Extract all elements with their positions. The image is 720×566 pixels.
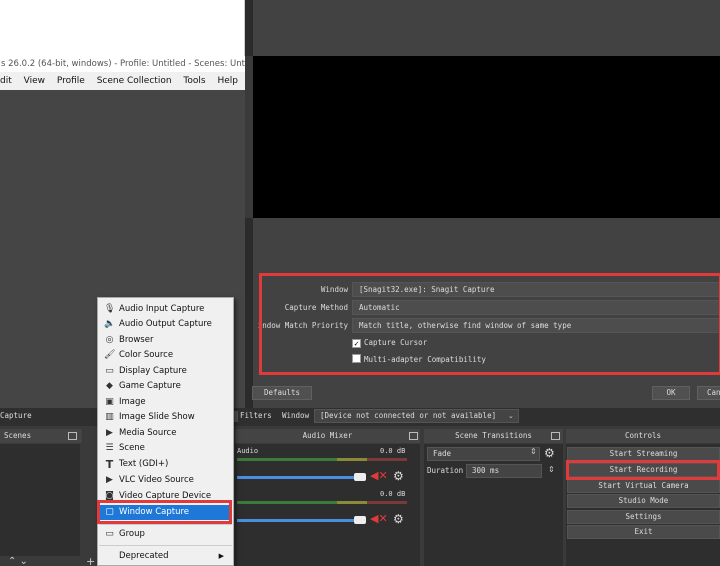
- menu-scene-collection[interactable]: Scene Collection: [97, 76, 172, 86]
- menu-item-audio-output-capture[interactable]: 🔈 Audio Output Capture: [99, 317, 232, 332]
- mixer-db-readout-2: 0.0 dB: [380, 490, 406, 498]
- text-icon: T: [105, 458, 114, 471]
- ok-button[interactable]: OK: [652, 386, 690, 400]
- undock-icon[interactable]: [68, 432, 77, 440]
- menu-separator: [99, 524, 232, 525]
- obs-title-bar: s 26.0.2 (64-bit, windows) - Profile: Un…: [0, 56, 245, 72]
- menu-item-color-source[interactable]: 🖌 Color Source: [99, 348, 232, 363]
- speaker-icon: 🔈: [104, 319, 116, 329]
- menu-profile[interactable]: Profile: [57, 76, 85, 86]
- start-virtual-camera-button[interactable]: Start Virtual Camera: [567, 479, 720, 493]
- spin-arrows-icon[interactable]: ⇕: [548, 465, 555, 474]
- volume-slider[interactable]: [237, 476, 362, 479]
- undock-icon[interactable]: [409, 432, 418, 440]
- volume-meter-red: [367, 501, 407, 504]
- monitor-icon: ▭: [105, 366, 114, 376]
- menu-edit[interactable]: dit: [0, 76, 12, 86]
- properties-highlight-box: [259, 273, 720, 375]
- background-app-area: [0, 0, 245, 56]
- menu-view[interactable]: View: [24, 76, 45, 86]
- filters-button[interactable]: Filters: [240, 411, 272, 420]
- exit-button[interactable]: Exit: [567, 525, 720, 539]
- menu-item-media-source[interactable]: ▶ Media Source: [99, 426, 232, 441]
- play-icon: ▶: [106, 475, 113, 485]
- menu-item-scene[interactable]: ☰ Scene: [99, 441, 232, 456]
- volume-meter-yellow: [337, 458, 367, 461]
- volume-meter-red: [367, 458, 407, 461]
- gear-icon[interactable]: ⚙: [544, 446, 555, 460]
- submenu-arrow-icon: ▶: [218, 552, 224, 560]
- transition-select[interactable]: Fade: [427, 447, 540, 461]
- gear-icon[interactable]: ⚙: [393, 512, 404, 526]
- window-strip-select[interactable]: [Device not connected or not available]: [314, 409, 519, 423]
- gamepad-icon: ◆: [106, 381, 113, 391]
- menu-separator: [99, 545, 232, 546]
- mute-speaker-icon[interactable]: ◀✕: [370, 469, 388, 482]
- chevron-down-icon: ⌄: [508, 412, 514, 420]
- add-source-plus-icon[interactable]: +: [86, 555, 95, 566]
- settings-button[interactable]: Settings: [567, 510, 720, 524]
- volume-slider[interactable]: [237, 519, 362, 522]
- image-icon: ▣: [105, 397, 114, 407]
- slideshow-icon: ▥: [105, 412, 114, 422]
- mixer-source-name: Audio: [237, 447, 259, 455]
- start-streaming-button[interactable]: Start Streaming: [567, 447, 720, 461]
- menu-item-image-slide-show[interactable]: ▥ Image Slide Show: [99, 410, 232, 425]
- volume-meter-yellow: [337, 501, 367, 504]
- menu-item-deprecated[interactable]: Deprecated ▶: [99, 549, 232, 564]
- undock-icon[interactable]: [551, 432, 560, 440]
- microphone-icon: 🎙: [104, 304, 116, 314]
- menu-item-game-capture[interactable]: ◆ Game Capture: [99, 379, 232, 394]
- chevron-updown-icon: ⇕: [530, 447, 537, 456]
- menu-item-audio-input-capture[interactable]: 🎙 Audio Input Capture: [99, 302, 232, 317]
- scene-transitions-body: [424, 444, 563, 566]
- menu-item-vlc-video-source[interactable]: ▶ VLC Video Source: [99, 473, 232, 488]
- properties-preview: [253, 56, 720, 218]
- volume-slider-handle[interactable]: [354, 473, 366, 481]
- start-recording-highlight-box: [566, 460, 720, 480]
- brush-icon: 🖌: [104, 350, 116, 360]
- window-capture-highlight-box: [97, 500, 232, 524]
- properties-dialog-top: [245, 0, 720, 56]
- cancel-button[interactable]: Can: [697, 386, 720, 400]
- audio-mixer-body: [235, 444, 420, 566]
- scene-transitions-title: Scene Transitions: [424, 429, 563, 443]
- folder-icon: ▭: [105, 529, 114, 539]
- mixer-db-readout: 0.0 dB: [380, 447, 406, 455]
- audio-mixer-title: Audio Mixer: [235, 429, 420, 443]
- globe-icon: ◎: [105, 335, 114, 345]
- defaults-button[interactable]: Defaults: [252, 386, 312, 400]
- menu-tools[interactable]: Tools: [183, 76, 205, 86]
- menu-item-group[interactable]: ▭ Group: [99, 527, 232, 542]
- menu-item-browser[interactable]: ◎ Browser: [99, 333, 232, 348]
- studio-mode-button[interactable]: Studio Mode: [567, 494, 720, 508]
- obs-menu-bar: dit View Profile Scene Collection Tools …: [0, 72, 245, 90]
- capture-label: Capture: [0, 411, 32, 420]
- controls-dock-title: Controls: [566, 429, 720, 443]
- list-icon: ☰: [105, 443, 114, 453]
- duration-label: Duration: [427, 466, 464, 475]
- play-icon: ▶: [106, 428, 113, 438]
- menu-item-text-gdi[interactable]: T Text (GDI+): [99, 457, 232, 472]
- menu-item-image[interactable]: ▣ Image: [99, 395, 232, 410]
- volume-meter-green: [237, 501, 337, 504]
- mute-speaker-icon[interactable]: ◀✕: [370, 512, 388, 525]
- menu-help[interactable]: Help: [217, 76, 238, 86]
- scene-up-down-icons[interactable]: ⌃ ⌄: [8, 556, 28, 566]
- volume-slider-handle[interactable]: [354, 516, 366, 524]
- window-strip-label: Window: [282, 411, 310, 420]
- volume-meter-green: [237, 458, 337, 461]
- duration-spinbox[interactable]: 300 ms: [466, 464, 542, 478]
- gear-icon[interactable]: ⚙: [393, 469, 404, 483]
- scenes-list[interactable]: [0, 444, 80, 556]
- add-source-context-menu: 🎙 Audio Input Capture 🔈 Audio Output Captu…: [97, 297, 234, 566]
- menu-item-display-capture[interactable]: ▭ Display Capture: [99, 364, 232, 379]
